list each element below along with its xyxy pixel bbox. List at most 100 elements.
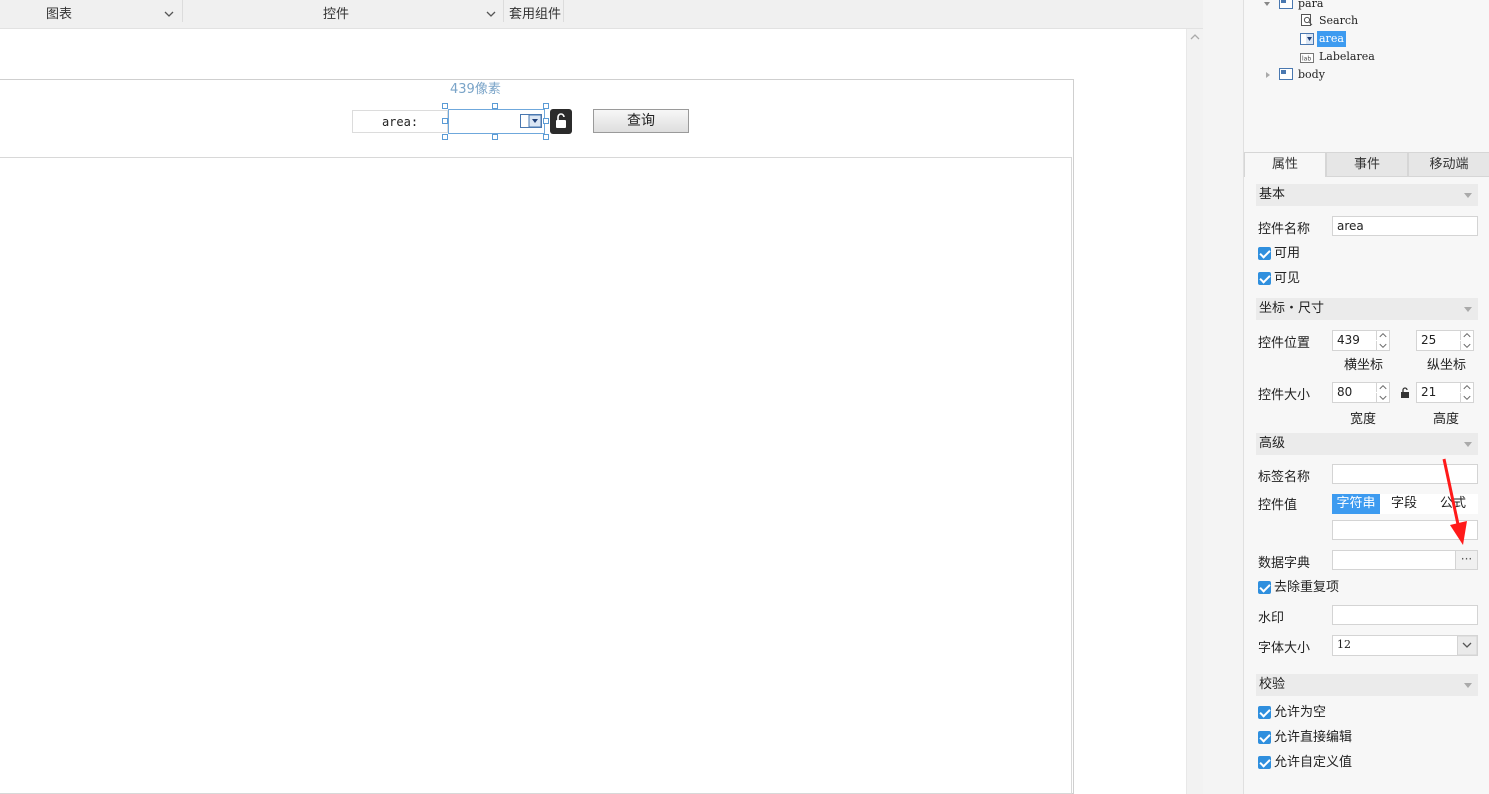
watermark-input[interactable] [1332, 605, 1478, 625]
resize-handle[interactable] [543, 134, 549, 140]
data-dictionary-edit-button[interactable]: ··· [1455, 550, 1478, 570]
section-coords[interactable]: 坐标・尺寸 [1256, 298, 1478, 320]
spin-down-icon[interactable] [1460, 393, 1473, 402]
checkbox-checked-icon [1258, 706, 1271, 719]
template-menu-label[interactable]: 套用组件 [509, 0, 561, 29]
dropdown-widget-icon [520, 114, 542, 128]
area-dropdown-widget[interactable] [448, 109, 545, 134]
checkbox-checked-icon [1258, 247, 1271, 260]
widget-menu-label[interactable]: 控件 [323, 0, 349, 29]
collapse-caret-icon[interactable] [1464, 683, 1472, 688]
control-value-label: 控件值 [1258, 498, 1298, 513]
spin-down-icon[interactable] [1376, 341, 1389, 350]
section-advanced[interactable]: 高级 [1256, 433, 1478, 455]
spin-down-icon[interactable] [1376, 393, 1389, 402]
area-label-widget[interactable]: area: [352, 110, 448, 133]
annotation-arrow-icon [1442, 458, 1467, 545]
control-name-input[interactable]: area [1332, 216, 1478, 236]
toolbar-divider [503, 0, 504, 22]
height-value: 21 [1421, 385, 1437, 399]
section-basic[interactable]: 基本 [1256, 184, 1478, 206]
value-mode-field[interactable]: 字段 [1380, 494, 1428, 514]
dedupe-checkbox[interactable]: 去除重复项 [1258, 580, 1339, 596]
tree-item-search[interactable]: Search [1319, 13, 1358, 29]
enabled-checkbox[interactable]: 可用 [1258, 246, 1300, 262]
resize-handle[interactable] [442, 118, 448, 124]
pos-y-spinner[interactable]: 25 [1416, 330, 1474, 351]
size-label: 控件大小 [1258, 388, 1311, 403]
collapse-caret-icon[interactable] [1464, 193, 1472, 198]
query-button[interactable]: 查询 [593, 109, 689, 133]
spin-up-icon[interactable] [1460, 331, 1473, 340]
allow-custom-value-checkbox[interactable]: 允许自定义值 [1258, 755, 1352, 771]
unlock-icon [556, 113, 566, 128]
tree-item-labelarea[interactable]: Labelarea [1319, 49, 1375, 65]
tab-mobile[interactable]: 移动端 [1408, 152, 1489, 177]
width-value: 80 [1337, 385, 1353, 399]
layout-icon [1279, 0, 1293, 9]
unlock-button[interactable] [550, 109, 572, 134]
tree-item-area[interactable]: area [1317, 31, 1346, 47]
value-mode-string[interactable]: 字符串 [1332, 494, 1380, 514]
toolbar-divider [182, 0, 183, 22]
scroll-up-arrow-icon[interactable] [1190, 33, 1200, 41]
canvas-vertical-scrollbar[interactable] [1186, 29, 1203, 794]
section-validate-title: 校验 [1259, 677, 1286, 692]
checkbox-checked-icon [1258, 581, 1271, 594]
height-spinner[interactable]: 21 [1416, 382, 1474, 403]
panel-gutter [1203, 0, 1243, 794]
resize-handle[interactable] [543, 118, 549, 124]
resize-handle[interactable] [543, 103, 549, 109]
tree-collapsed-arrow-icon[interactable] [1264, 71, 1272, 79]
widget-dropdown-chevron-icon[interactable] [486, 9, 496, 19]
tree-item-body[interactable]: body [1298, 67, 1325, 83]
property-tabs: 属性 事件 移动端 [1244, 152, 1489, 177]
font-size-label: 字体大小 [1258, 641, 1311, 656]
pos-x-spinner[interactable]: 439 [1332, 330, 1390, 351]
tree-expanded-arrow-icon[interactable] [1263, 0, 1271, 8]
allow-empty-checkbox[interactable]: 允许为空 [1258, 705, 1326, 721]
chart-dropdown-chevron-icon[interactable] [164, 9, 174, 19]
allow-direct-edit-checkbox[interactable]: 允许直接编辑 [1258, 730, 1352, 746]
width-spinner[interactable]: 80 [1332, 382, 1390, 403]
control-name-label: 控件名称 [1258, 222, 1311, 237]
position-label: 控件位置 [1258, 336, 1311, 351]
resize-handle[interactable] [442, 103, 448, 109]
tree-item-para[interactable]: para [1298, 0, 1323, 12]
spin-up-icon[interactable] [1376, 331, 1389, 340]
data-dictionary-label: 数据字典 [1258, 556, 1311, 571]
resize-handle[interactable] [492, 134, 498, 140]
pos-y-value: 25 [1421, 333, 1437, 347]
tab-events[interactable]: 事件 [1326, 152, 1408, 177]
aspect-unlock-icon[interactable] [1399, 386, 1411, 400]
chart-menu-label[interactable]: 图表 [46, 0, 72, 29]
spin-up-icon[interactable] [1376, 383, 1389, 392]
section-advanced-title: 高级 [1259, 436, 1286, 451]
data-dictionary-input[interactable] [1332, 550, 1456, 570]
tag-name-label: 标签名称 [1258, 470, 1311, 485]
pos-y-caption: 纵坐标 [1427, 358, 1467, 373]
collapse-caret-icon[interactable] [1464, 307, 1472, 312]
section-validate[interactable]: 校验 [1256, 674, 1478, 696]
pos-x-caption: 横坐标 [1344, 358, 1384, 373]
position-pixel-label: 439像素 [450, 82, 501, 97]
top-toolbar: 图表 控件 套用组件 [0, 0, 1203, 29]
svg-text:lab: lab [1302, 56, 1311, 63]
spin-down-icon[interactable] [1460, 341, 1473, 350]
watermark-label: 水印 [1258, 611, 1285, 626]
body-container[interactable] [0, 157, 1072, 794]
visible-checkbox[interactable]: 可见 [1258, 271, 1300, 287]
resize-handle[interactable] [442, 134, 448, 140]
spin-up-icon[interactable] [1460, 383, 1473, 392]
resize-handle[interactable] [492, 103, 498, 109]
pos-x-value: 439 [1337, 333, 1360, 347]
font-size-value: 12 [1337, 638, 1351, 651]
tab-properties[interactable]: 属性 [1244, 152, 1326, 177]
chevron-down-icon[interactable] [1457, 636, 1477, 655]
height-caption: 高度 [1433, 412, 1460, 427]
collapse-caret-icon[interactable] [1464, 442, 1472, 447]
checkbox-checked-icon [1258, 756, 1271, 769]
label-icon: lab [1300, 53, 1314, 63]
font-size-select[interactable]: 12 [1332, 635, 1478, 656]
section-basic-title: 基本 [1259, 187, 1286, 202]
